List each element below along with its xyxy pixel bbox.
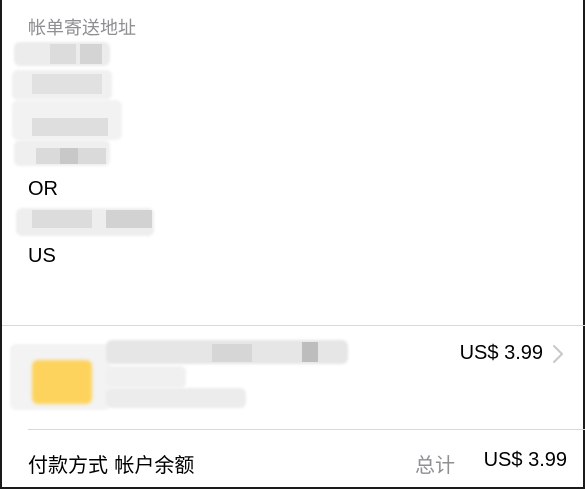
address-country: US bbox=[28, 245, 56, 267]
redacted-block bbox=[32, 74, 102, 94]
address-state: OR bbox=[28, 178, 58, 200]
redacted-block bbox=[302, 342, 318, 362]
redacted-block bbox=[32, 118, 108, 136]
item-thumbnail bbox=[32, 360, 92, 404]
redacted-block bbox=[106, 210, 152, 228]
total-value: US$ 3.99 bbox=[483, 449, 567, 471]
billing-address-title: 帐单寄送地址 bbox=[28, 18, 136, 39]
redacted-block bbox=[50, 44, 76, 64]
payment-method-label: 付款方式 帐户余额 bbox=[28, 453, 195, 477]
total-label: 总计 bbox=[415, 453, 455, 477]
redacted-block bbox=[60, 148, 78, 164]
redacted-item-subtitle bbox=[106, 366, 186, 388]
footer-divider bbox=[28, 429, 585, 430]
redacted-block bbox=[80, 44, 102, 64]
billing-panel: 帐单寄送地址 OR US US$ 3.99 付款方式 帐户余额 总计 US$ 3… bbox=[0, 0, 585, 489]
redacted-block bbox=[32, 210, 92, 228]
section-divider bbox=[2, 325, 585, 326]
redacted-block bbox=[212, 344, 252, 362]
chevron-right-icon[interactable] bbox=[551, 344, 565, 364]
redacted-item-detail bbox=[106, 388, 246, 408]
item-price: US$ 3.99 bbox=[459, 342, 543, 364]
